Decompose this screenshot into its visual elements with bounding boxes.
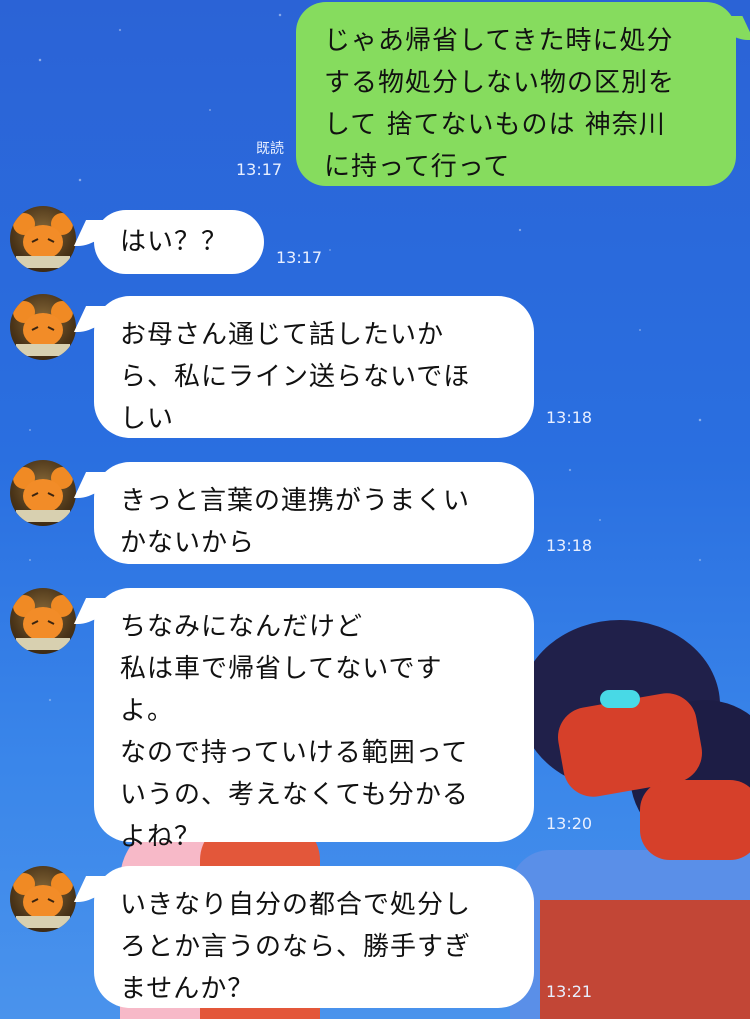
dedenne-avatar-icon[interactable] bbox=[10, 460, 76, 526]
message-time: 13:20 bbox=[546, 814, 593, 833]
message-time: 13:18 bbox=[546, 408, 593, 427]
incoming-message-bubble[interactable]: きっと言葉の連携がうまくい かないから bbox=[94, 462, 534, 564]
incoming-message-bubble[interactable]: お母さん通じて話したいか ら、私にライン送らないでほ しい bbox=[94, 296, 534, 438]
dedenne-avatar-icon[interactable] bbox=[10, 294, 76, 360]
outgoing-message-bubble[interactable]: じゃあ帰省してきた時に処分 する物処分しない物の区別を して 捨てないものは 神… bbox=[296, 2, 736, 186]
message-time: 13:21 bbox=[546, 982, 593, 1001]
incoming-message-bubble[interactable]: いきなり自分の都合で処分し ろとか言うのなら、勝手すぎ ませんか？ bbox=[94, 866, 534, 1008]
read-receipt: 既読 bbox=[256, 141, 284, 157]
dedenne-avatar-icon[interactable] bbox=[10, 866, 76, 932]
incoming-message-bubble[interactable]: はい？？ bbox=[94, 210, 264, 274]
dedenne-avatar-icon[interactable] bbox=[10, 588, 76, 654]
incoming-message-bubble[interactable]: ちなみになんだけど 私は車で帰省してないです よ。 なので持っていける範囲って … bbox=[94, 588, 534, 852]
message-time: 13:17 bbox=[236, 160, 283, 179]
dedenne-avatar-icon[interactable] bbox=[10, 206, 76, 272]
message-time: 13:17 bbox=[276, 248, 323, 267]
message-time: 13:18 bbox=[546, 536, 593, 555]
